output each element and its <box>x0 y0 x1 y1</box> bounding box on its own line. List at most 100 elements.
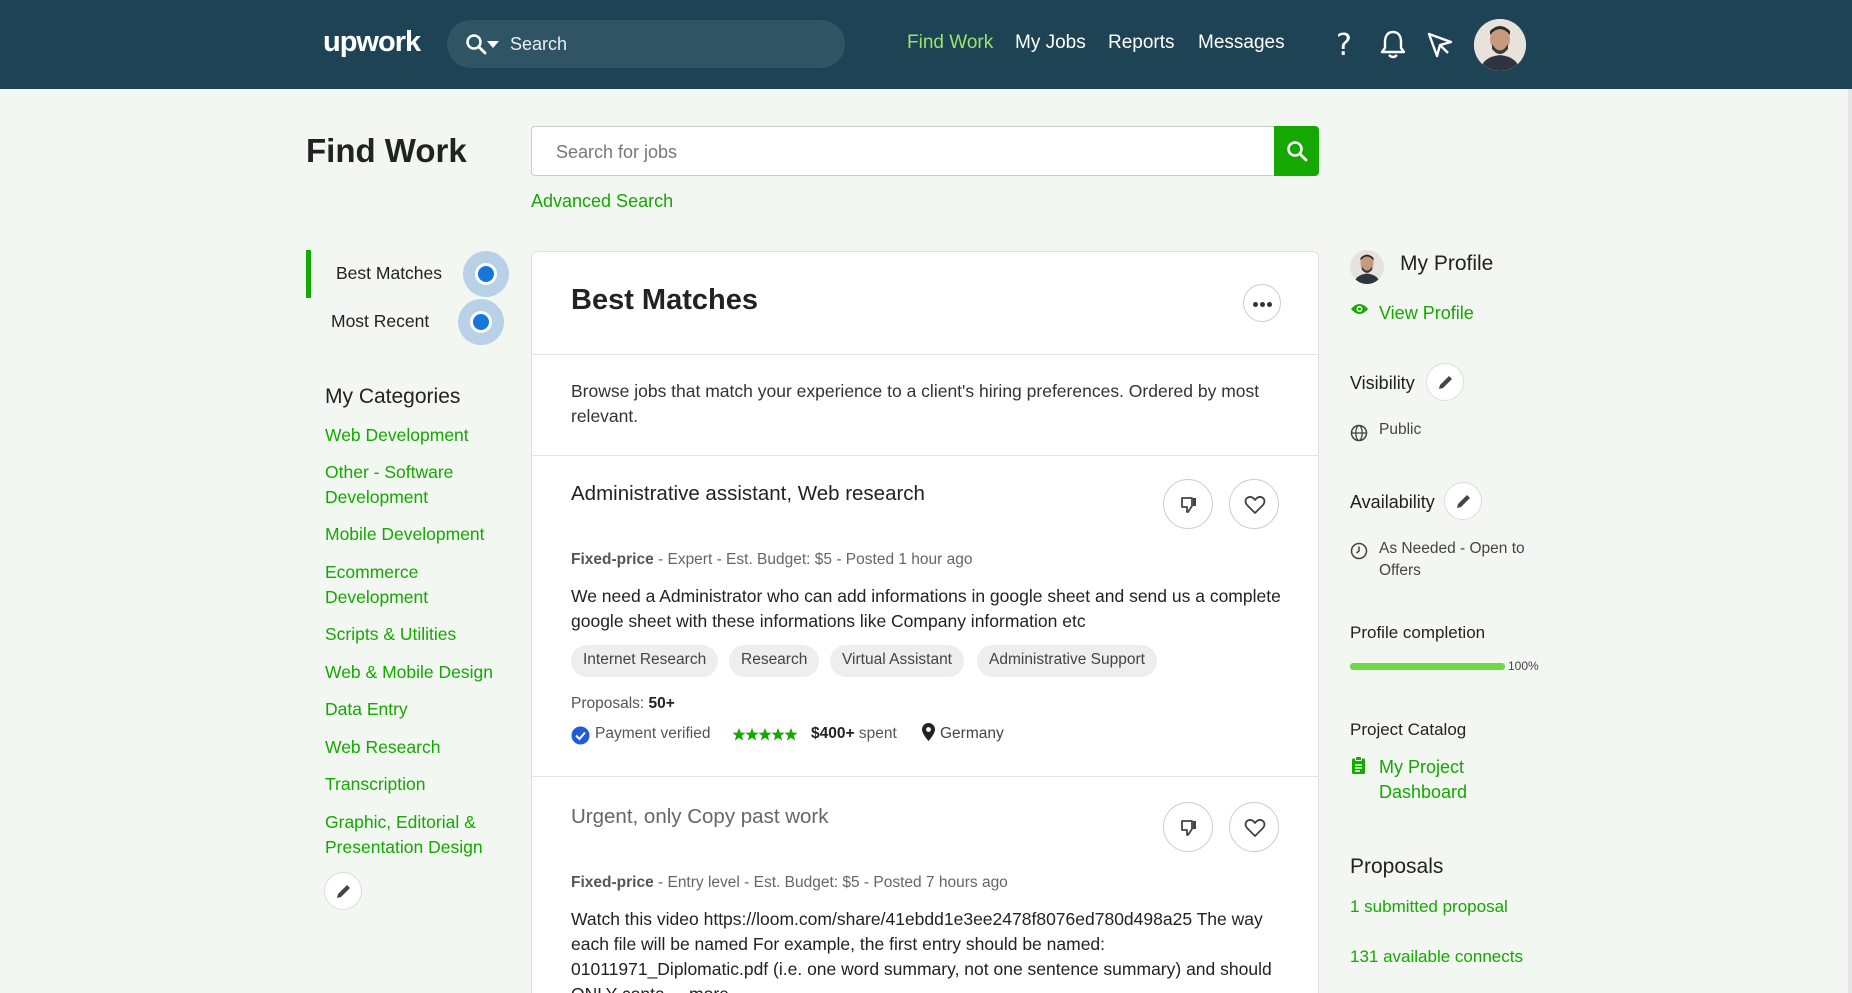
search-icon <box>466 34 487 55</box>
edit-visibility-button[interactable] <box>1426 363 1464 401</box>
proposals-count: Proposals: 50+ <box>571 695 675 712</box>
feed-description: Browse jobs that match your experience t… <box>571 381 1260 426</box>
visibility-value: Public <box>1379 421 1422 438</box>
save-job-button[interactable] <box>1229 479 1279 529</box>
eye-icon <box>1351 304 1368 314</box>
job-type: Fixed-price <box>571 874 654 891</box>
category-data-entry[interactable]: Data Entry <box>325 697 505 722</box>
nav-messages[interactable]: Messages <box>1198 32 1285 54</box>
client-spent: $400+ spent <box>811 725 897 742</box>
user-photo-icon <box>1350 250 1384 284</box>
availability-value: As Needed - Open to Offers <box>1379 540 1525 579</box>
available-connects-link[interactable]: 131 available connects <box>1350 947 1523 967</box>
category-web-mobile-design[interactable]: Web & Mobile Design <box>325 660 525 685</box>
best-matches-radio[interactable] <box>463 251 509 297</box>
best-matches-feed: Best Matches Browse jobs that match your… <box>531 251 1319 993</box>
category-scripts-utilities[interactable]: Scripts & Utilities <box>325 622 505 647</box>
divider <box>532 776 1318 777</box>
clock-icon <box>1350 542 1368 560</box>
skill-tag[interactable]: Administrative Support <box>977 645 1157 677</box>
payment-verified: Payment verified <box>595 725 711 742</box>
profile-completion-label: Profile completion <box>1350 623 1486 642</box>
direct-contracts-icon[interactable] <box>1426 31 1454 59</box>
header-search-placeholder: Search <box>510 34 568 54</box>
feed-options-button[interactable] <box>1243 284 1281 322</box>
help-icon[interactable]: ? <box>1332 26 1356 62</box>
page-scrollbar[interactable] <box>1848 89 1852 993</box>
pencil-icon <box>1439 376 1452 389</box>
availability-label: Availability <box>1350 492 1435 512</box>
job-type: Fixed-price <box>571 551 654 568</box>
search-icon <box>1287 141 1308 162</box>
submitted-proposals-link[interactable]: 1 submitted proposal <box>1350 897 1508 917</box>
my-project-dashboard-link[interactable]: My Project Dashboard <box>1379 755 1519 805</box>
nav-reports[interactable]: Reports <box>1108 32 1175 54</box>
category-transcription[interactable]: Transcription <box>325 772 505 797</box>
tab-most-recent[interactable]: Most Recent <box>311 298 511 346</box>
nav-my-jobs[interactable]: My Jobs <box>1015 32 1086 54</box>
my-categories-title: My Categories <box>325 385 461 408</box>
category-mobile-development[interactable]: Mobile Development <box>325 522 515 547</box>
save-job-button[interactable] <box>1229 802 1279 852</box>
divider <box>532 354 1318 355</box>
job-description: We need a Administrator who can add info… <box>571 586 1281 631</box>
notifications-bell-icon[interactable] <box>1380 29 1406 59</box>
divider <box>532 455 1318 456</box>
category-web-research[interactable]: Web Research <box>325 735 505 760</box>
top-navigation-bar: upwork Search Find Work My Jobs Reports … <box>0 0 1852 89</box>
client-country: Germany <box>940 725 1004 742</box>
category-ecommerce-development[interactable]: Ecommerce Development <box>325 560 505 610</box>
location-pin-icon <box>922 723 935 741</box>
feed-title: Best Matches <box>571 284 758 316</box>
category-graphic-editorial-presentation-design[interactable]: Graphic, Editorial & Presentation Design <box>325 810 515 860</box>
job-search-input[interactable]: Search for jobs <box>531 126 1274 176</box>
skill-tag[interactable]: Internet Research <box>571 645 719 677</box>
page-title: Find Work <box>306 132 467 169</box>
job-description: Watch this video https://loom.com/share/… <box>571 909 1272 993</box>
pencil-icon <box>1457 495 1470 508</box>
most-recent-radio[interactable] <box>458 299 504 345</box>
heart-icon <box>1244 818 1266 837</box>
job-title[interactable]: Administrative assistant, Web research <box>571 482 925 506</box>
search-type-dropdown-icon[interactable] <box>487 41 499 48</box>
job-meta-details: - Entry level - Est. Budget: $5 - Posted… <box>653 874 1008 891</box>
job-search-button[interactable] <box>1274 126 1319 176</box>
job-meta-details: - Expert - Est. Budget: $5 - Posted 1 ho… <box>653 551 973 568</box>
globe-icon <box>1350 424 1368 442</box>
header-search[interactable]: Search <box>447 20 845 68</box>
dislike-job-button[interactable] <box>1163 479 1213 529</box>
dislike-job-button[interactable] <box>1163 802 1213 852</box>
category-web-development[interactable]: Web Development <box>325 423 505 448</box>
upwork-logo[interactable]: upwork <box>323 26 421 59</box>
view-profile-link[interactable]: View Profile <box>1379 303 1474 324</box>
nav-find-work[interactable]: Find Work <box>907 32 993 54</box>
edit-availability-button[interactable] <box>1444 482 1482 520</box>
profile-completion-percent: 100% <box>1508 659 1539 673</box>
thumbs-down-icon <box>1181 497 1196 513</box>
job-meta: Fixed-price - Entry level - Est. Budget:… <box>571 874 1008 892</box>
job-title[interactable]: Urgent, only Copy past work <box>571 805 829 829</box>
profile-avatar[interactable] <box>1350 250 1384 284</box>
profile-completion-bar <box>1350 663 1505 670</box>
job-meta: Fixed-price - Expert - Est. Budget: $5 -… <box>571 551 973 569</box>
tab-best-matches-label: Best Matches <box>336 263 443 283</box>
tab-best-matches[interactable]: Best Matches <box>306 250 509 298</box>
proposals-title: Proposals <box>1350 855 1444 878</box>
project-catalog-label: Project Catalog <box>1350 720 1467 739</box>
thumbs-down-icon <box>1181 820 1196 836</box>
tab-most-recent-label: Most Recent <box>331 311 430 331</box>
advanced-search-link[interactable]: Advanced Search <box>531 191 673 212</box>
rating-stars-icon <box>733 728 797 741</box>
user-avatar[interactable] <box>1474 19 1526 71</box>
edit-categories-button[interactable] <box>324 872 362 910</box>
category-other-software-development[interactable]: Other - Software Development <box>325 460 505 510</box>
user-photo-icon <box>1474 19 1526 71</box>
heart-icon <box>1244 495 1266 514</box>
clipboard-icon <box>1352 756 1365 774</box>
profile-completion-fill <box>1350 663 1505 670</box>
svg-text:?: ? <box>1336 28 1352 62</box>
pencil-icon <box>337 885 350 898</box>
skill-tag[interactable]: Virtual Assistant <box>830 645 964 677</box>
visibility-label: Visibility <box>1350 373 1415 393</box>
skill-tag[interactable]: Research <box>729 645 820 677</box>
